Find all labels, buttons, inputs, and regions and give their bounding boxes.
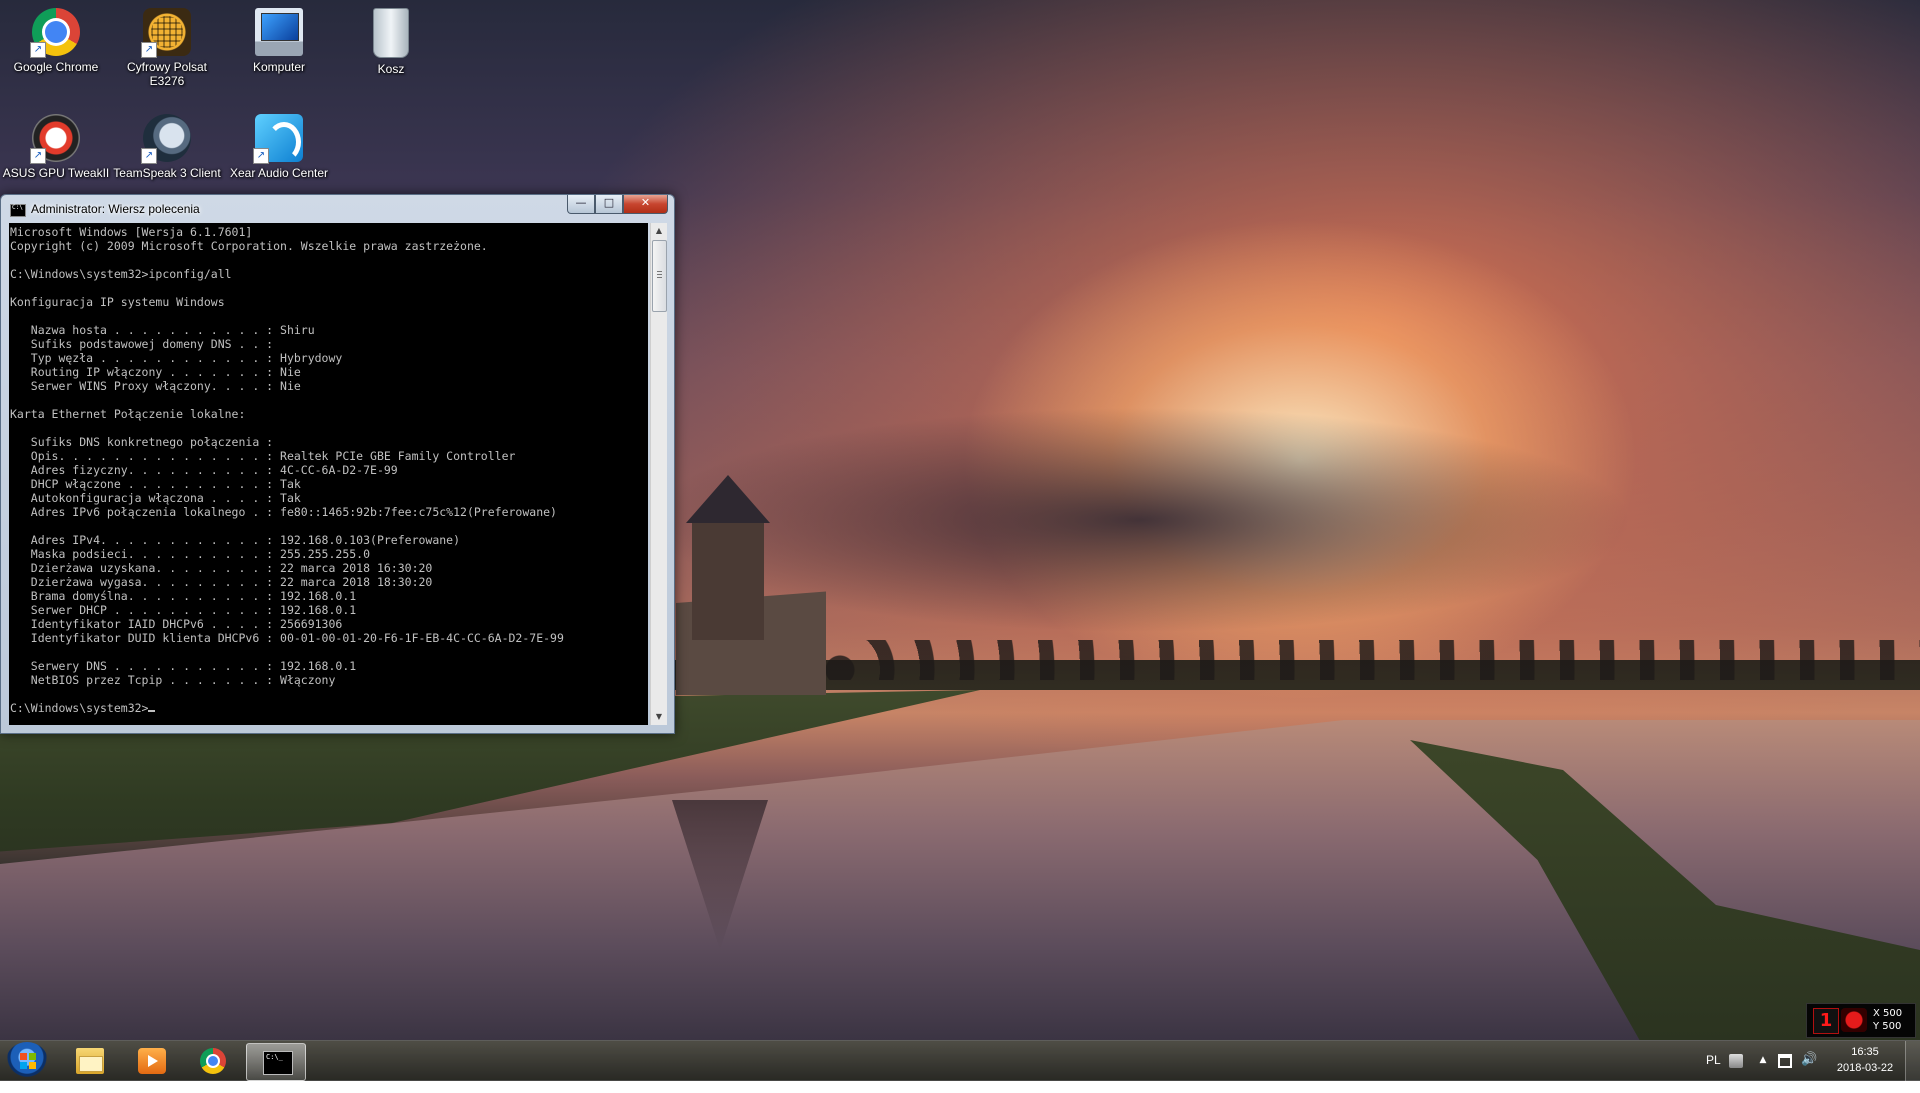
- desktop-icon-label: Google Chrome: [13, 60, 99, 74]
- grip-icon: [657, 271, 662, 279]
- xear-audio-icon: ↗: [253, 114, 303, 164]
- desktop-icon-label: ASUS GPU TweakII: [2, 166, 110, 180]
- scroll-down-arrow-icon[interactable]: ▼: [651, 709, 667, 725]
- bloody-logo-icon: 1: [1813, 1008, 1839, 1034]
- shortcut-arrow-icon: ↗: [30, 148, 46, 164]
- computer-icon: [255, 8, 303, 56]
- wallpaper-clouds: [640, 300, 1920, 660]
- show-hidden-icons-arrow[interactable]: ▲: [1756, 1053, 1770, 1067]
- y-readout: Y 500: [1873, 1021, 1902, 1032]
- wallpaper-church-tower: [692, 520, 764, 640]
- wallpaper-trees: [820, 640, 1920, 680]
- language-indicator[interactable]: PL: [1706, 1053, 1721, 1093]
- clock-time: 16:35: [1851, 1046, 1879, 1058]
- taskbar-item-chrome[interactable]: [184, 1043, 242, 1079]
- chrome-icon: ↗: [30, 8, 80, 58]
- system-clock[interactable]: 16:35 2018-03-22: [1820, 1044, 1910, 1076]
- media-player-icon: [138, 1048, 166, 1074]
- desktop-icon-label: Xear Audio Center: [229, 166, 329, 180]
- taskbar-item-media-player[interactable]: [122, 1043, 180, 1079]
- chrome-icon: [200, 1048, 226, 1074]
- start-button[interactable]: [6, 1042, 48, 1080]
- mouse-overlay-widget: 1 X 500 Y 500: [1806, 1003, 1916, 1038]
- clock-date: 2018-03-22: [1836, 1062, 1894, 1074]
- windows-explorer-icon: [76, 1048, 104, 1074]
- modem-globe-icon: ↗: [141, 8, 191, 58]
- window-title: Administrator: Wiersz polecenia: [31, 202, 200, 216]
- x-readout: X 500: [1873, 1008, 1903, 1019]
- window-controls: — □ ✕: [567, 195, 668, 214]
- minimize-button[interactable]: —: [567, 195, 595, 214]
- desktop-icon-label: Kosz: [377, 62, 405, 76]
- gpu-tweak-icon: ↗: [30, 114, 80, 164]
- desktop-icon-xear-audio[interactable]: ↗ Xear Audio Center: [224, 114, 334, 180]
- shortcut-arrow-icon: ↗: [141, 148, 157, 164]
- vertical-scrollbar[interactable]: ▲ ▼: [650, 223, 667, 725]
- shortcut-arrow-icon: ↗: [30, 42, 46, 58]
- coordinate-readout: X 500 Y 500: [1873, 1007, 1902, 1033]
- desktop-icon-komputer[interactable]: Komputer: [224, 8, 334, 74]
- taskbar-item-command-prompt[interactable]: [246, 1043, 306, 1081]
- desktop-icon-teamspeak[interactable]: ↗ TeamSpeak 3 Client: [112, 114, 222, 180]
- teamspeak-icon: ↗: [141, 114, 191, 164]
- desktop-icon-kosz[interactable]: Kosz: [336, 8, 446, 76]
- command-prompt-icon[interactable]: [10, 204, 26, 217]
- printer-icon[interactable]: [1729, 1054, 1743, 1068]
- volume-icon[interactable]: 🔊: [1801, 1053, 1817, 1067]
- window-titlebar[interactable]: Administrator: Wiersz polecenia — □ ✕: [1, 195, 674, 223]
- hand-icon: [1841, 1008, 1867, 1032]
- shortcut-arrow-icon: ↗: [141, 42, 157, 58]
- desktop-icon-google-chrome[interactable]: ↗ Google Chrome: [1, 8, 111, 74]
- console-output[interactable]: Microsoft Windows [Wersja 6.1.7601] Copy…: [9, 223, 648, 725]
- network-icon[interactable]: [1778, 1054, 1792, 1068]
- taskbar-item-explorer[interactable]: [60, 1043, 118, 1079]
- close-button[interactable]: ✕: [623, 195, 668, 214]
- shortcut-arrow-icon: ↗: [253, 148, 269, 164]
- text-cursor: [148, 710, 156, 712]
- desktop-icon-asus-gpu-tweak[interactable]: ↗ ASUS GPU TweakII: [1, 114, 111, 180]
- maximize-button[interactable]: □: [595, 195, 623, 214]
- console-text: Microsoft Windows [Wersja 6.1.7601] Copy…: [10, 225, 564, 715]
- windows-logo-icon: [20, 1053, 36, 1069]
- desktop-icon-label: TeamSpeak 3 Client: [113, 166, 221, 180]
- show-desktop-button[interactable]: [1905, 1041, 1920, 1081]
- command-prompt-window[interactable]: Administrator: Wiersz polecenia — □ ✕ Mi…: [0, 194, 675, 734]
- scrollbar-thumb[interactable]: [652, 240, 667, 312]
- command-prompt-icon: [263, 1051, 293, 1075]
- taskbar: PL ▲ 🔊 16:35 2018-03-22: [0, 1040, 1920, 1081]
- desktop-icon-cyfrowy-polsat[interactable]: ↗ Cyfrowy Polsat E3276: [112, 8, 222, 88]
- scroll-up-arrow-icon[interactable]: ▲: [651, 223, 667, 239]
- desktop-icon-label: Komputer: [252, 60, 306, 74]
- desktop-icon-label: Cyfrowy Polsat E3276: [126, 60, 208, 88]
- recycle-bin-icon: [373, 8, 409, 58]
